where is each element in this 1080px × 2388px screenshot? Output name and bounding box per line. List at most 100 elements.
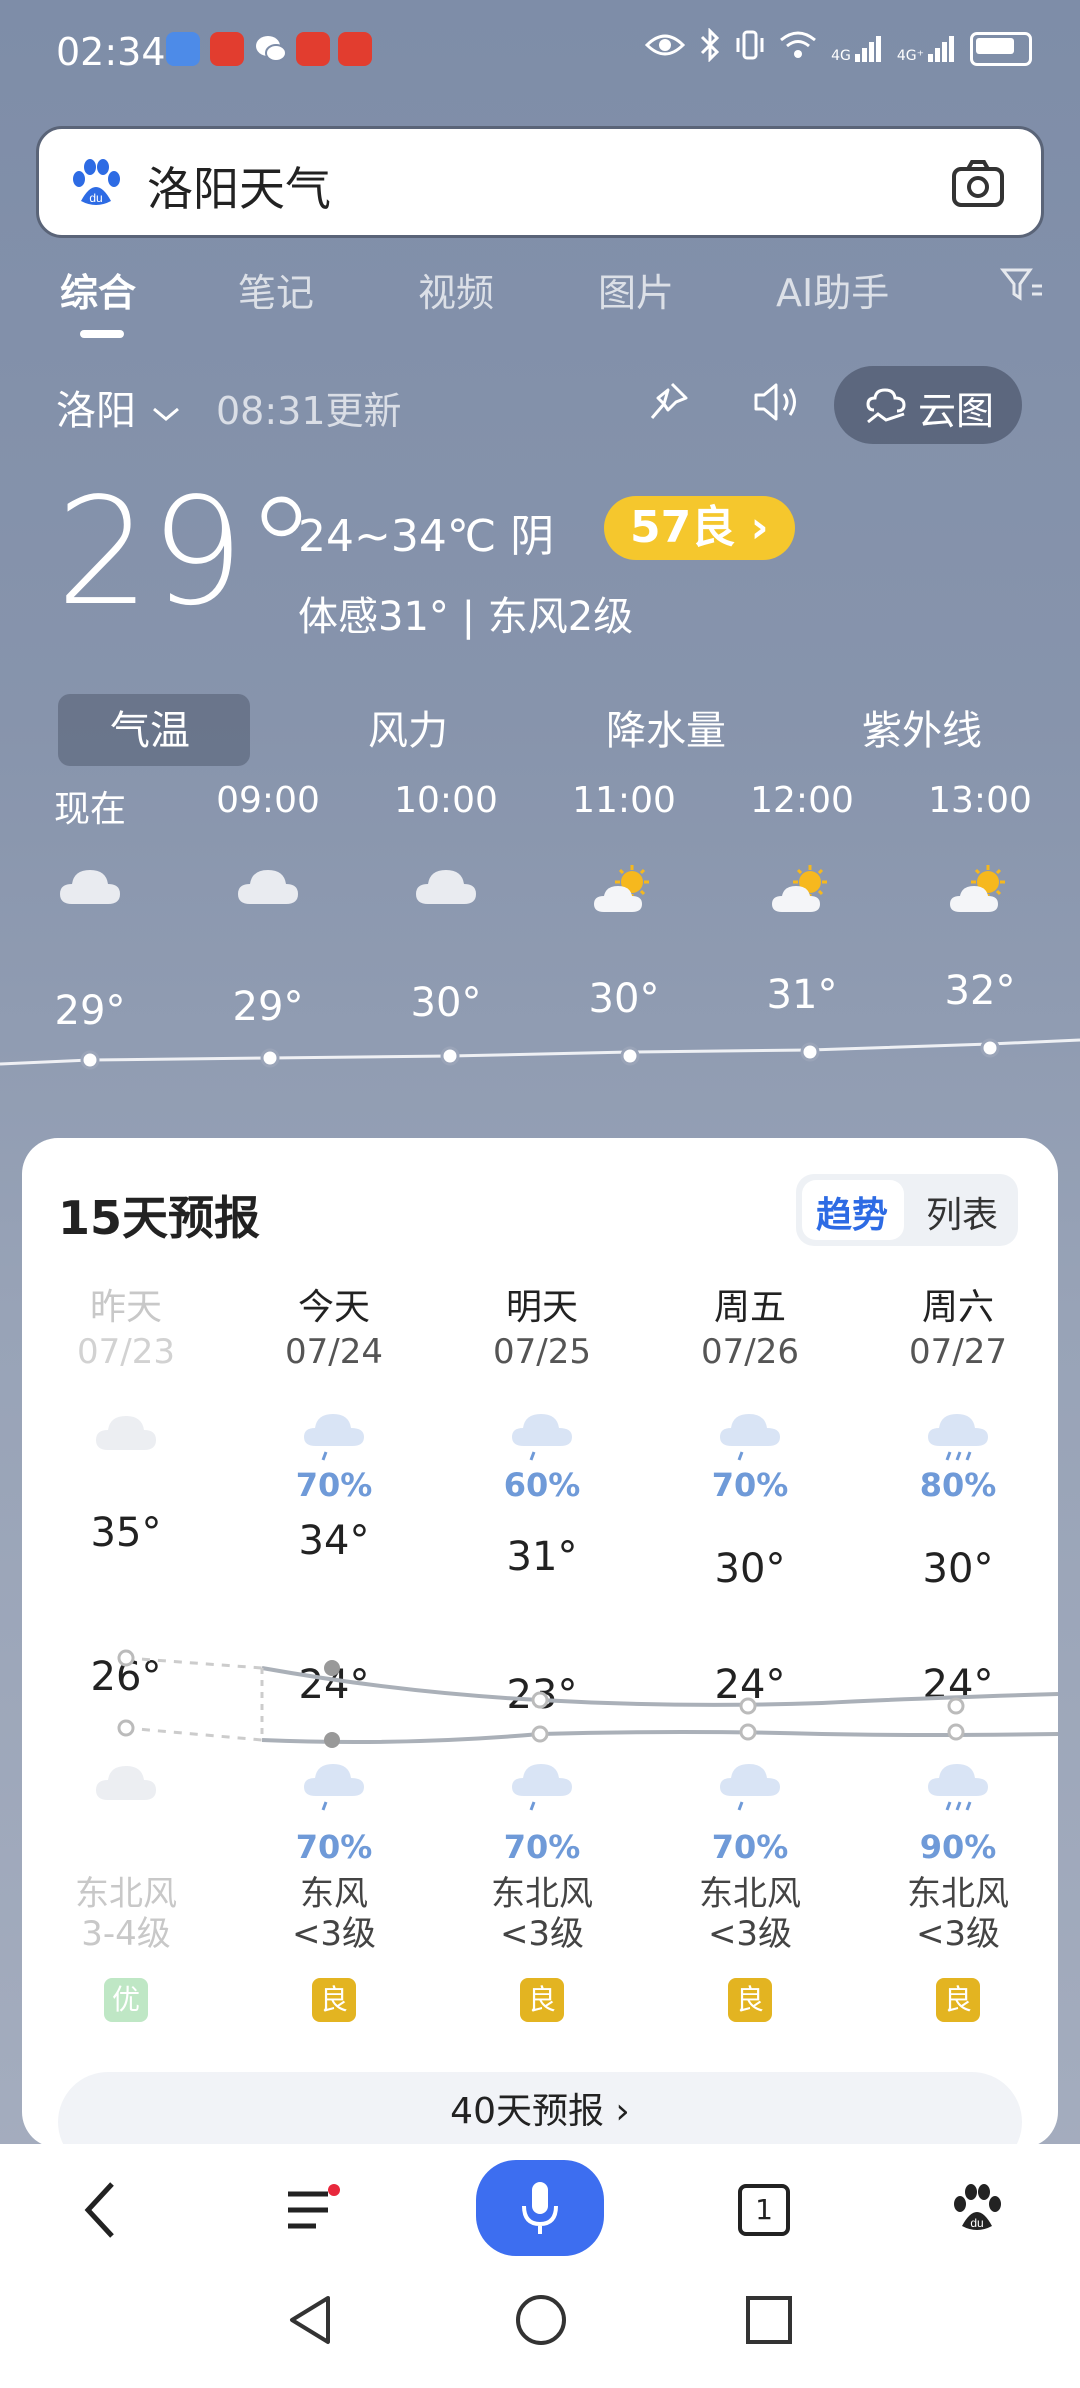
chevron-down-icon (149, 388, 183, 434)
forecast-temp-point (117, 1719, 135, 1737)
aqi-indicator: 良 (254, 1978, 414, 2022)
hourly-temp-point (980, 1038, 1000, 1058)
city-selector[interactable]: 洛阳 (56, 378, 183, 436)
hourly-temp-point (620, 1046, 640, 1066)
view-toggle[interactable]: 趋势 列表 (796, 1174, 1018, 1246)
wifi-icon (779, 30, 817, 68)
search-box[interactable]: du 洛阳天气 (36, 126, 1044, 238)
day-precip-chance: 70% (711, 1466, 789, 1504)
system-back-icon[interactable] (284, 2292, 336, 2352)
pin-icon[interactable] (646, 380, 690, 428)
wind-info: 东北风 <3级 (670, 1874, 830, 1954)
tab-ai-assistant[interactable]: AI助手 (776, 262, 889, 317)
wind-info: 东北风 <3级 (878, 1874, 1038, 1954)
current-temperature: 29° (56, 466, 319, 638)
svg-text:du: du (970, 2216, 983, 2230)
svg-text:du: du (89, 191, 102, 205)
app-notification-icon (210, 32, 244, 66)
camera-icon[interactable] (951, 159, 1005, 209)
baidu-paw-icon: du (69, 157, 123, 211)
battery-icon (970, 32, 1032, 66)
aqi-level-badge: 优 (104, 1978, 148, 2022)
wind-level: <3级 (499, 1914, 585, 1954)
aqi-indicator: 优 (46, 1978, 206, 2022)
tab-notes[interactable]: 笔记 (238, 262, 314, 317)
forecast-day-name: 周六 (921, 1287, 994, 1328)
wind-direction: 东北风 (491, 1874, 593, 1914)
wind-level: <3级 (291, 1914, 377, 1954)
tab-video[interactable]: 视频 (418, 262, 494, 317)
cloud-icon (58, 864, 122, 912)
vibrate-icon (735, 28, 765, 70)
hourly-tab-uv[interactable]: 紫外线 (862, 698, 982, 756)
baidu-home-icon[interactable]: du (950, 2182, 1004, 2240)
network-label: 4G⁺ (896, 48, 924, 64)
status-time: 02:34 (56, 30, 166, 74)
hourly-tab-temperature[interactable]: 气温 (110, 698, 190, 756)
cloud-icon (94, 1410, 158, 1458)
filter-icon[interactable] (999, 266, 1044, 308)
forecast-card: 15天预报 趋势 列表 昨天 07/23 35° 26° 东北风 3-4级优今天 07/24… (22, 1138, 1058, 2148)
system-recents-icon[interactable] (744, 2294, 794, 2350)
bluetooth-icon (699, 27, 721, 70)
wechat-icon (254, 32, 288, 66)
cloud-map-icon (864, 384, 908, 430)
aqi-badge[interactable]: 57良 › (604, 496, 795, 560)
microphone-icon (522, 2182, 558, 2234)
aqi-level-badge: 良 (312, 1978, 356, 2022)
wind-info: 东北风 <3级 (462, 1874, 622, 1954)
feels-like-wind: 体感31° | 东风2级 (298, 594, 634, 640)
day-precip-chance: 60% (503, 1466, 581, 1504)
forecast-temp-point (117, 1649, 135, 1667)
forecast-temp-point (947, 1723, 965, 1741)
menu-icon[interactable] (284, 2184, 340, 2240)
back-icon[interactable] (80, 2180, 120, 2244)
hourly-temp-curve (0, 1038, 1080, 1070)
forecast-temp-point (324, 1660, 340, 1676)
signal-icon: 4G (831, 34, 883, 64)
cloud-icon (414, 864, 478, 912)
cloud-map-button[interactable]: 云图 (834, 366, 1022, 444)
toggle-trend[interactable]: 趋势 (816, 1186, 888, 1238)
aqi-indicator: 良 (670, 1978, 830, 2022)
wind-direction: 东北风 (75, 1874, 177, 1914)
tab-all[interactable]: 综合 (60, 262, 136, 317)
app-notification-icon (166, 32, 200, 66)
voice-search-button[interactable] (476, 2160, 604, 2256)
speaker-icon[interactable] (752, 380, 800, 428)
bottom-navigation: 1 du (0, 2144, 1080, 2388)
hourly-tab-precipitation[interactable]: 降水量 (606, 698, 726, 756)
wind-direction: 东北风 (907, 1874, 1009, 1914)
forecast-temp-point (324, 1732, 340, 1748)
hourly-time: 09:00 (216, 780, 320, 821)
forecast-date: 07/27 (909, 1332, 1007, 1372)
tab-images[interactable]: 图片 (598, 262, 674, 317)
forty-day-forecast-button[interactable]: 40天预报 › (58, 2072, 1022, 2148)
system-home-icon[interactable] (514, 2292, 568, 2352)
wind-level: <3级 (915, 1914, 1001, 1954)
forecast-day-name: 今天 (297, 1287, 370, 1328)
forecast-temp-point (947, 1697, 965, 1715)
wind-level: 3-4级 (81, 1914, 171, 1954)
toggle-list[interactable]: 列表 (926, 1186, 998, 1238)
forecast-day-name: 周五 (713, 1287, 786, 1328)
aqi-indicator: 良 (462, 1978, 622, 2022)
hourly-time: 10:00 (394, 780, 498, 821)
hourly-temp-point (800, 1042, 820, 1062)
hourly-temperature: 31° (766, 972, 838, 1018)
forty-day-label: 40天预报 › (450, 2091, 630, 2132)
aqi-level-badge: 良 (520, 1978, 564, 2022)
forecast-temp-chart (117, 1649, 1058, 1748)
rain-icon (302, 1410, 366, 1468)
sun-cloud-icon (592, 864, 660, 920)
hourly-tab-wind[interactable]: 风力 (368, 698, 448, 756)
aqi-indicator: 良 (878, 1978, 1038, 2022)
tabs-count-button[interactable]: 1 (738, 2184, 790, 2236)
eye-icon (644, 31, 686, 67)
wind-direction: 东风 (300, 1874, 368, 1914)
forecast-day-name: 明天 (505, 1287, 578, 1328)
hourly-temp-point (80, 1050, 100, 1070)
aqi-level-badge: 良 (728, 1978, 772, 2022)
city-name: 洛阳 (56, 388, 136, 434)
search-input[interactable]: 洛阳天气 (147, 153, 331, 219)
